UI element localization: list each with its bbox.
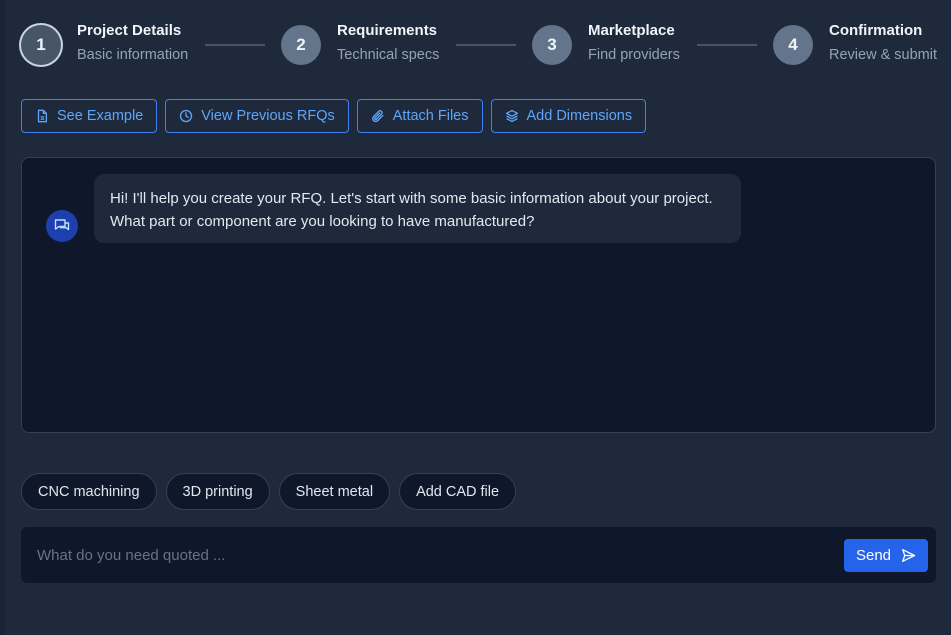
- send-button[interactable]: Send: [844, 539, 928, 572]
- chip-sheet-metal[interactable]: Sheet metal: [278, 473, 391, 510]
- step-confirmation[interactable]: 4 Confirmation Review & submit: [773, 22, 937, 65]
- step-number: 2: [281, 25, 321, 65]
- step-project-details[interactable]: 1 Project Details Basic information: [21, 22, 189, 65]
- step-number: 1: [21, 25, 61, 65]
- file-icon: [37, 109, 48, 123]
- assistant-avatar: [46, 210, 78, 242]
- chip-3d-printing[interactable]: 3D printing: [165, 473, 270, 510]
- step-title: Confirmation: [829, 22, 923, 39]
- step-connector: [697, 44, 757, 46]
- paperclip-icon: [371, 110, 384, 123]
- step-title: Marketplace: [588, 22, 675, 39]
- clock-icon: [180, 109, 193, 123]
- step-requirements[interactable]: 2 Requirements Technical specs: [281, 22, 440, 65]
- add-dimensions-label: Add Dimensions: [526, 108, 633, 124]
- step-subtitle: Technical specs: [337, 47, 440, 63]
- chat-bubble-icon: [54, 219, 70, 231]
- send-icon: [902, 549, 916, 562]
- step-subtitle: Find providers: [588, 47, 680, 63]
- step-connector: [205, 44, 265, 46]
- send-label: Send: [855, 547, 892, 564]
- message-input[interactable]: [21, 527, 831, 583]
- step-number: 3: [532, 25, 572, 65]
- see-example-button[interactable]: See Example: [21, 99, 158, 133]
- step-subtitle: Review & submit: [829, 47, 937, 63]
- suggestion-chips: CNC machining 3D printing Sheet metal Ad…: [21, 473, 517, 510]
- progress-stepper: 1 Project Details Basic information 2 Re…: [21, 22, 951, 67]
- chip-add-cad-file[interactable]: Add CAD file: [399, 473, 517, 510]
- assistant-message: Hi! I'll help you create your RFQ. Let's…: [94, 174, 741, 243]
- attach-files-label: Attach Files: [392, 108, 469, 124]
- see-example-label: See Example: [57, 108, 144, 124]
- view-previous-rfqs-button[interactable]: View Previous RFQs: [165, 99, 349, 133]
- message-composer: Send: [21, 527, 936, 583]
- step-title: Requirements: [337, 22, 438, 39]
- chat-panel[interactable]: Hi! I'll help you create your RFQ. Let's…: [21, 157, 936, 433]
- layers-icon: [505, 109, 518, 123]
- step-connector: [456, 44, 516, 46]
- view-previous-label: View Previous RFQs: [201, 108, 335, 124]
- add-dimensions-button[interactable]: Add Dimensions: [490, 99, 647, 133]
- step-marketplace[interactable]: 3 Marketplace Find providers: [532, 22, 680, 65]
- step-title: Project Details: [77, 22, 182, 39]
- window-edge: [0, 0, 5, 635]
- attach-files-button[interactable]: Attach Files: [356, 99, 483, 133]
- chip-cnc-machining[interactable]: CNC machining: [21, 473, 157, 510]
- rfq-toolbar: See Example View Previous RFQs Attach Fi…: [21, 99, 647, 133]
- step-subtitle: Basic information: [77, 47, 189, 63]
- step-number: 4: [773, 25, 813, 65]
